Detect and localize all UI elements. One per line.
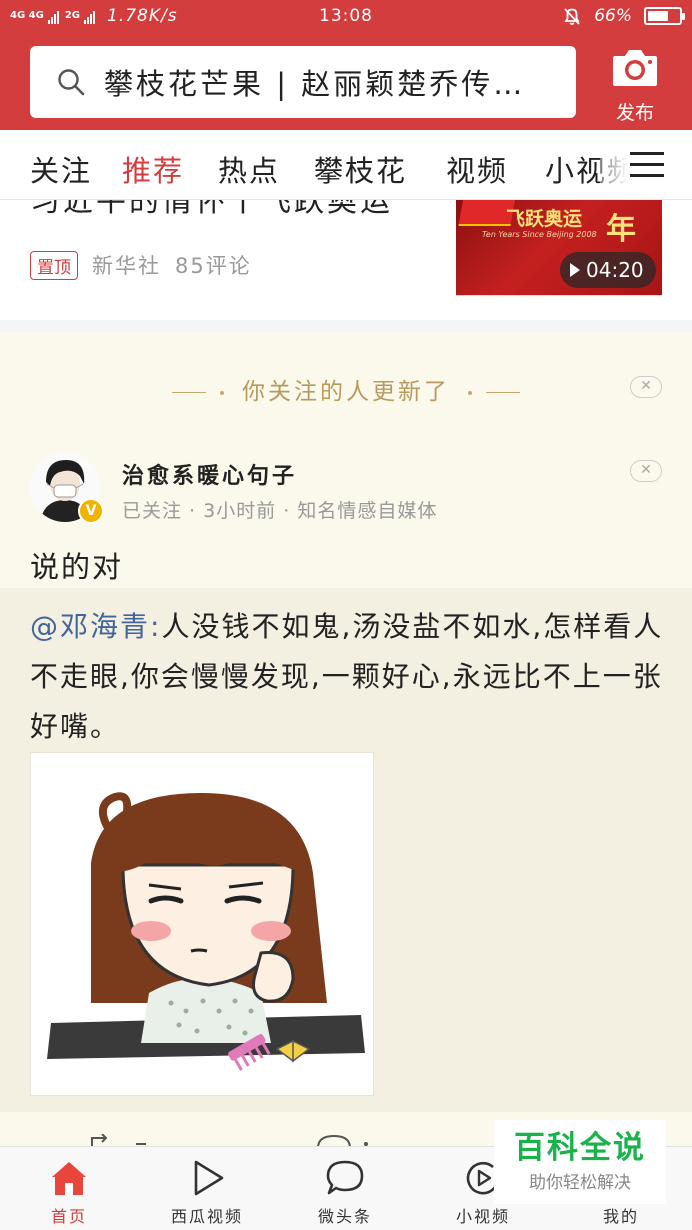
quoted-post[interactable]: @邓海青:人没钱不如鬼,汤没盐不如水,怎样看人不走眼,你会慢慢发现,一颗好心,永… <box>0 588 692 1112</box>
nav-home[interactable]: 首页 <box>0 1159 138 1227</box>
tab-follow[interactable]: 关注 <box>30 148 92 190</box>
home-icon <box>52 1162 86 1195</box>
avatar[interactable]: V <box>30 452 104 524</box>
watermark: 百科全说 助你轻松解决 <box>494 1120 666 1204</box>
battery-fill <box>648 11 668 21</box>
search-suggestion: 攀枝花芒果 | 赵丽颖楚乔传… <box>104 67 526 101</box>
nav-label-xigua: 西瓜视频 <box>170 1207 243 1226</box>
divider-dot <box>468 390 473 395</box>
mute-bell-icon <box>564 8 580 25</box>
news-card[interactable]: 习近平的情怀丨飞跃奥运 置顶 新华社 85评论 飞跃奥运 Ten Years S… <box>0 200 692 320</box>
publish-label: 发布 <box>615 102 654 124</box>
divider-line <box>171 392 206 393</box>
author-name[interactable]: 治愈系暖心句子 <box>122 458 297 490</box>
nav-label-mine: 我的 <box>602 1207 639 1226</box>
play-icon <box>194 1160 224 1196</box>
news-title[interactable]: 习近平的情怀丨飞跃奥运 <box>30 200 393 220</box>
nav-xigua-video[interactable]: 西瓜视频 <box>138 1159 276 1227</box>
status-bar: 4G 4G 2G 1.78K/s 13:08 66% <box>0 0 692 34</box>
tab-panzhihua[interactable]: 攀枝花 <box>314 148 407 190</box>
pinned-badge: 置顶 <box>30 250 78 280</box>
channel-menu-icon[interactable] <box>630 152 664 178</box>
watermark-subtitle: 助你轻松解决 <box>529 1173 631 1193</box>
watermark-title: 百科全说 <box>514 1130 646 1166</box>
news-thumbnail[interactable]: 飞跃奥运 Ten Years Since Beijing 2008 年 04:2… <box>456 200 662 296</box>
quoted-text: @邓海青:人没钱不如鬼,汤没盐不如水,怎样看人不走眼,你会慢慢发现,一颗好心,永… <box>30 602 670 752</box>
mention-link[interactable]: @邓海青: <box>30 610 161 643</box>
divider-line <box>486 392 521 393</box>
video-duration: 04:20 <box>560 252 656 288</box>
dismiss-section-button[interactable]: ✕ <box>630 376 662 398</box>
nav-label-short: 小视频 <box>455 1207 510 1226</box>
divider-dot <box>219 390 224 395</box>
quoted-image[interactable] <box>30 752 374 1096</box>
thumbnail-year: 年 <box>606 212 636 247</box>
nav-label-home: 首页 <box>50 1207 87 1226</box>
channel-tabs: 关注 推荐 热点 攀枝花 视频 小视频 <box>0 130 692 200</box>
search-icon <box>58 69 85 96</box>
publish-button[interactable]: 发布 <box>604 46 666 126</box>
verified-badge: V <box>78 498 104 524</box>
thumbnail-title: 飞跃奥运 <box>506 208 583 230</box>
status-right: 66% <box>562 6 685 26</box>
author-meta: 已关注 · 3小时前 · 知名情感自媒体 <box>122 500 438 522</box>
battery-percent: 66% <box>594 6 632 26</box>
cartoon-girl-illustration <box>47 792 365 1071</box>
follow-header-text: 你关注的人更新了 <box>242 379 450 405</box>
search-bar[interactable]: 攀枝花芒果 | 赵丽颖楚乔传… <box>30 46 576 118</box>
tab-video[interactable]: 视频 <box>446 148 508 190</box>
play-icon <box>570 263 580 277</box>
app-header: 攀枝花芒果 | 赵丽颖楚乔传… 发布 <box>0 34 692 130</box>
follow-header: 你关注的人更新了 <box>0 372 692 406</box>
post-text[interactable]: 说的对 <box>30 544 123 586</box>
news-source: 新华社 <box>92 254 161 278</box>
battery-icon <box>644 7 685 25</box>
dismiss-post-button[interactable]: ✕ <box>630 460 662 482</box>
duration-text: 04:20 <box>586 258 644 282</box>
follow-updates-section: 你关注的人更新了 ✕ V 治愈系暖心句子 已关注 · 3小时前 · 知名情感自媒… <box>0 332 692 1152</box>
news-meta: 置顶 新华社 85评论 <box>30 250 252 280</box>
nav-micro-headline[interactable]: 微头条 <box>276 1159 414 1227</box>
chat-bubble-icon <box>326 1160 364 1195</box>
camera-icon <box>613 50 657 86</box>
tab-hot[interactable]: 热点 <box>218 148 280 190</box>
news-comments: 85评论 <box>175 254 252 278</box>
tab-recommend[interactable]: 推荐 <box>122 148 184 190</box>
nav-label-micro: 微头条 <box>317 1207 372 1226</box>
thumbnail-subtitle: Ten Years Since Beijing 2008 <box>482 230 597 239</box>
